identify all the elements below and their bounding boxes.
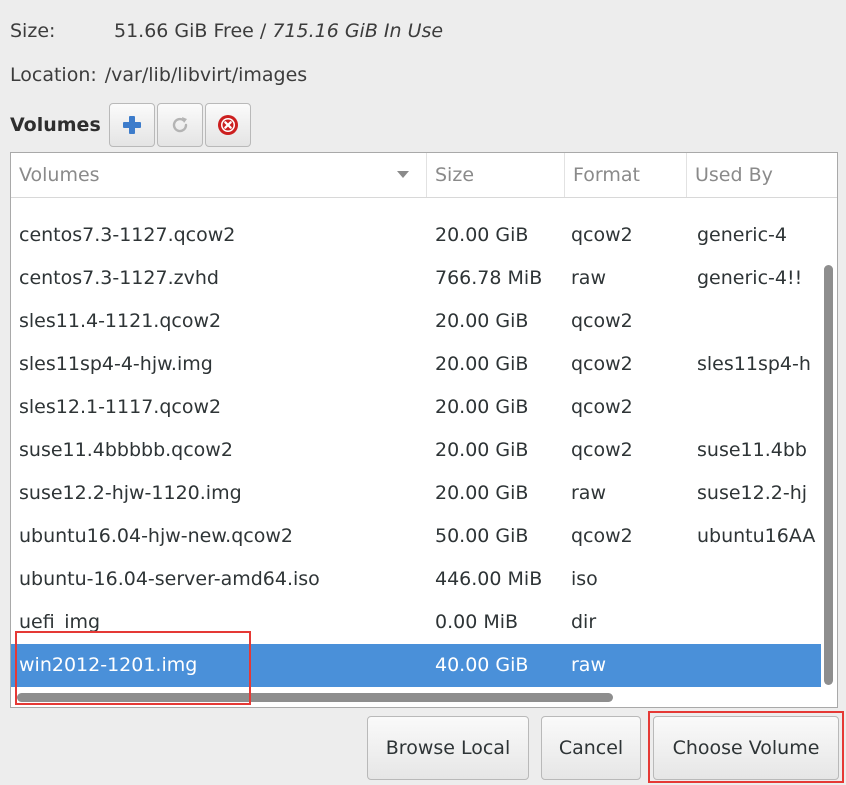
plus-icon <box>122 116 141 134</box>
volume-name: suse12.2-hjw-1120.img <box>19 482 242 504</box>
volume-format: raw <box>571 482 606 504</box>
column-header-size[interactable]: Size <box>427 153 565 197</box>
table-row[interactable]: centos7.3-1127.qcow2 20.00 GiB qcow2 generi… <box>11 214 821 257</box>
volume-size: 20.00 GiB <box>435 224 529 246</box>
volume-format: qcow2 <box>571 396 633 418</box>
browse-local-button[interactable]: Browse Local <box>367 716 529 780</box>
volume-format: qcow2 <box>571 310 633 332</box>
volume-size: 0.00 MiB <box>435 611 519 633</box>
table-row[interactable]: centos7.3-1127.zvhd 766.78 MiB raw generic-… <box>11 257 821 300</box>
size-separator: / <box>253 20 273 42</box>
volume-name: sles12.1-1117.qcow2 <box>19 396 222 418</box>
volume-used-by <box>697 300 821 343</box>
volume-used-by: generic-4 <box>697 224 787 246</box>
vertical-scrollbar[interactable] <box>824 265 833 685</box>
size-info: Size: 51.66 GiB Free / 715.16 GiB In Use <box>10 20 443 42</box>
volume-size: 20.00 GiB <box>435 482 529 504</box>
volume-used-by <box>697 386 821 429</box>
location-info: Location: /var/lib/libvirt/images <box>10 64 307 86</box>
cancel-button[interactable]: Cancel <box>541 716 641 780</box>
volume-used-by: sles11sp4-h <box>697 353 811 375</box>
volume-used-by <box>697 558 821 601</box>
volume-used-by <box>697 644 821 687</box>
sort-descending-icon <box>397 171 409 178</box>
volume-name: suse11.4bbbbb.qcow2 <box>19 439 233 461</box>
volume-name: uefi_img <box>19 611 101 633</box>
volume-format: iso <box>571 568 598 590</box>
column-header-format[interactable]: Format <box>565 153 687 197</box>
horizontal-scrollbar[interactable] <box>17 693 613 702</box>
table-row[interactable]: sles11.4-1121.qcow2 20.00 GiB qcow2 <box>11 300 821 343</box>
volume-used-by: generic-4!! <box>697 267 803 289</box>
table-row[interactable]: suse12.2-hjw-1120.img 20.00 GiB raw suse12.… <box>11 472 821 515</box>
add-volume-button[interactable] <box>108 103 155 147</box>
volume-size: 20.00 GiB <box>435 439 529 461</box>
volume-name: sles11.4-1121.qcow2 <box>19 310 222 332</box>
volume-used-by: suse11.4bb <box>697 439 807 461</box>
volume-name: sles11sp4-4-hjw.img <box>19 353 213 375</box>
volume-format: qcow2 <box>571 224 633 246</box>
volume-format: dir <box>571 611 597 633</box>
volume-name: ubuntu-16.04-server-amd64.iso <box>19 568 320 590</box>
volume-size: 50.00 GiB <box>435 525 529 547</box>
table-row[interactable]: sles12.1-1117.qcow2 20.00 GiB qcow2 <box>11 386 821 429</box>
volumes-title: Volumes <box>10 114 101 136</box>
volumes-toolbar: Volumes <box>10 102 253 148</box>
volume-name: win2012-1201.img <box>19 654 198 676</box>
volume-format: qcow2 <box>571 439 633 461</box>
choose-volume-button[interactable]: Choose Volume <box>653 716 839 780</box>
location-path: /var/lib/libvirt/images <box>104 64 308 86</box>
table-row[interactable]: suse11.4bbbbb.qcow2 20.00 GiB qcow2 suse11.… <box>11 429 821 472</box>
volume-size: 20.00 GiB <box>435 396 529 418</box>
volume-name: centos7.3-1127.zvhd <box>19 267 219 289</box>
refresh-icon <box>172 117 187 133</box>
column-header-used-by[interactable]: Used By <box>687 153 837 197</box>
table-row[interactable]: ubuntu-16.04-server-amd64.iso 446.00 MiB i… <box>11 558 821 601</box>
volume-format: raw <box>571 654 606 676</box>
size-label: Size: <box>10 20 56 42</box>
volume-name: ubuntu16.04-hjw-new.qcow2 <box>19 525 293 547</box>
refresh-button[interactable] <box>156 103 203 147</box>
table-row[interactable]: uefi_img 0.00 MiB dir <box>11 601 821 644</box>
volume-name: centos7.3-1127.qcow2 <box>19 224 236 246</box>
volume-used-by: ubuntu16AA <box>697 525 816 547</box>
volume-table[interactable]: Volumes Size Format Used By centos7.3-11… <box>10 152 838 708</box>
volume-size: 766.78 MiB <box>435 267 543 289</box>
volume-size: 20.00 GiB <box>435 310 529 332</box>
volume-format: qcow2 <box>571 525 633 547</box>
volume-used-by: suse12.2-hj <box>697 482 808 504</box>
volume-format: qcow2 <box>571 353 633 375</box>
in-use-value: 715.16 GiB In Use <box>272 20 444 42</box>
table-row[interactable]: ubuntu16.04-hjw-new.qcow2 50.00 GiB qcow2 u… <box>11 515 821 558</box>
delete-volume-button[interactable] <box>204 103 251 147</box>
volume-used-by <box>697 601 821 644</box>
free-space-value: 51.66 GiB Free <box>114 20 254 42</box>
volume-size: 20.00 GiB <box>435 353 529 375</box>
column-header-volumes[interactable]: Volumes <box>11 153 427 197</box>
table-row-selected[interactable]: win2012-1201.img 40.00 GiB raw <box>11 644 821 687</box>
volume-format: raw <box>571 267 606 289</box>
volume-size: 40.00 GiB <box>435 654 529 676</box>
column-header-volumes-label: Volumes <box>19 164 100 186</box>
table-row[interactable]: sles11sp4-4-hjw.img 20.00 GiB qcow2 sles11s… <box>11 343 821 386</box>
delete-icon <box>217 115 238 135</box>
volume-size: 446.00 MiB <box>435 568 543 590</box>
table-header: Volumes Size Format Used By <box>11 153 837 198</box>
location-label: Location: <box>10 64 97 86</box>
table-body: centos7.3-1127.qcow2 20.00 GiB qcow2 generi… <box>11 214 821 687</box>
